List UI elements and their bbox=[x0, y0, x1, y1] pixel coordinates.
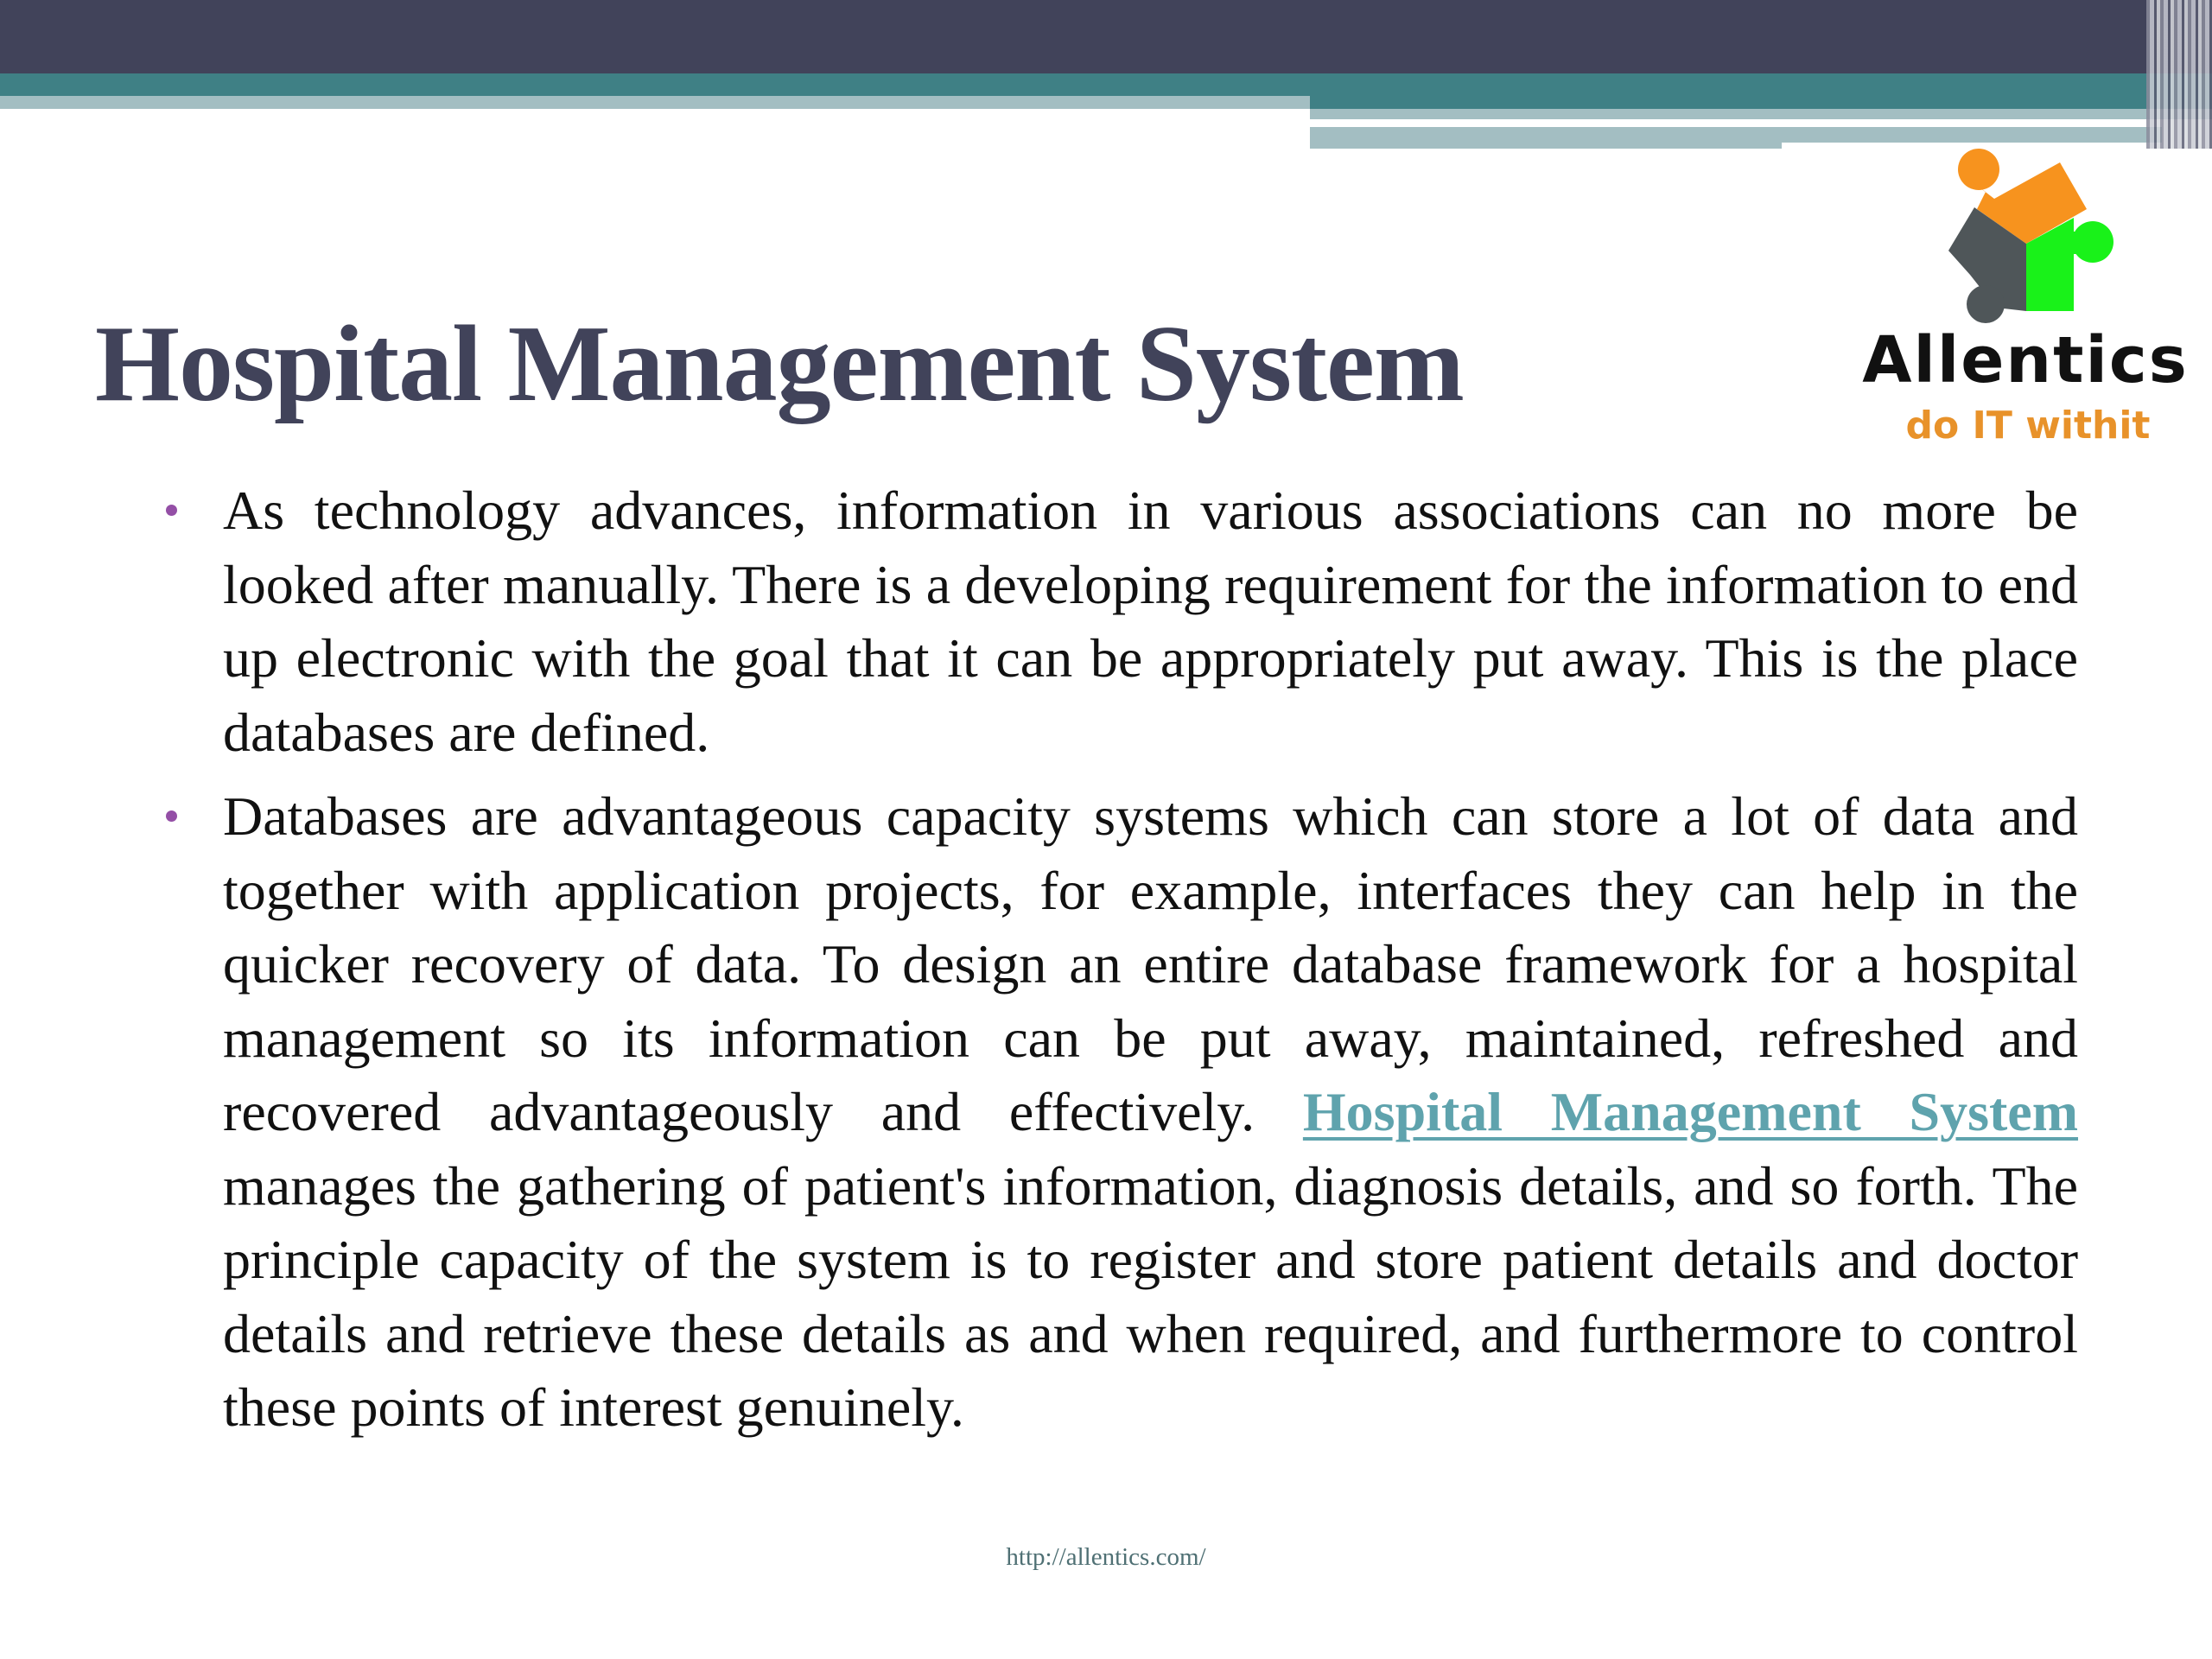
header-band-light-right-upper bbox=[1310, 109, 2212, 119]
header-band-teal bbox=[0, 73, 1310, 96]
bullet-dot-icon bbox=[166, 810, 177, 822]
header-band-light bbox=[0, 96, 1310, 109]
header-edge-stripes bbox=[2146, 0, 2212, 149]
logo-tagline: do IT withit bbox=[1905, 404, 2151, 448]
puzzle-pieces-icon bbox=[1948, 149, 2113, 323]
header-band-light-right-lower bbox=[1310, 127, 1782, 149]
bullet-item: As technology advances, information in v… bbox=[166, 474, 2078, 769]
header-band-teal-right bbox=[1310, 73, 2212, 109]
bullet-list: As technology advances, information in v… bbox=[166, 474, 2078, 1455]
page-title: Hospital Management System bbox=[95, 304, 1465, 425]
logo-brand-name: Allentics bbox=[1862, 323, 2189, 397]
bullet-item: Databases are advantageous capacity syst… bbox=[166, 779, 2078, 1445]
bullet-text: As technology advances, information in v… bbox=[223, 480, 2078, 763]
bullet-text-continued: manages the gathering of patient's infor… bbox=[223, 1154, 2078, 1439]
header-band-dark bbox=[0, 0, 2212, 73]
footer-url[interactable]: http://allentics.com/ bbox=[0, 1540, 2212, 1574]
bullet-dot-icon bbox=[166, 505, 177, 516]
allentics-logo: Allentics do IT withit bbox=[1840, 138, 2203, 458]
hospital-management-system-link[interactable]: Hospital Management System bbox=[1303, 1081, 2078, 1142]
